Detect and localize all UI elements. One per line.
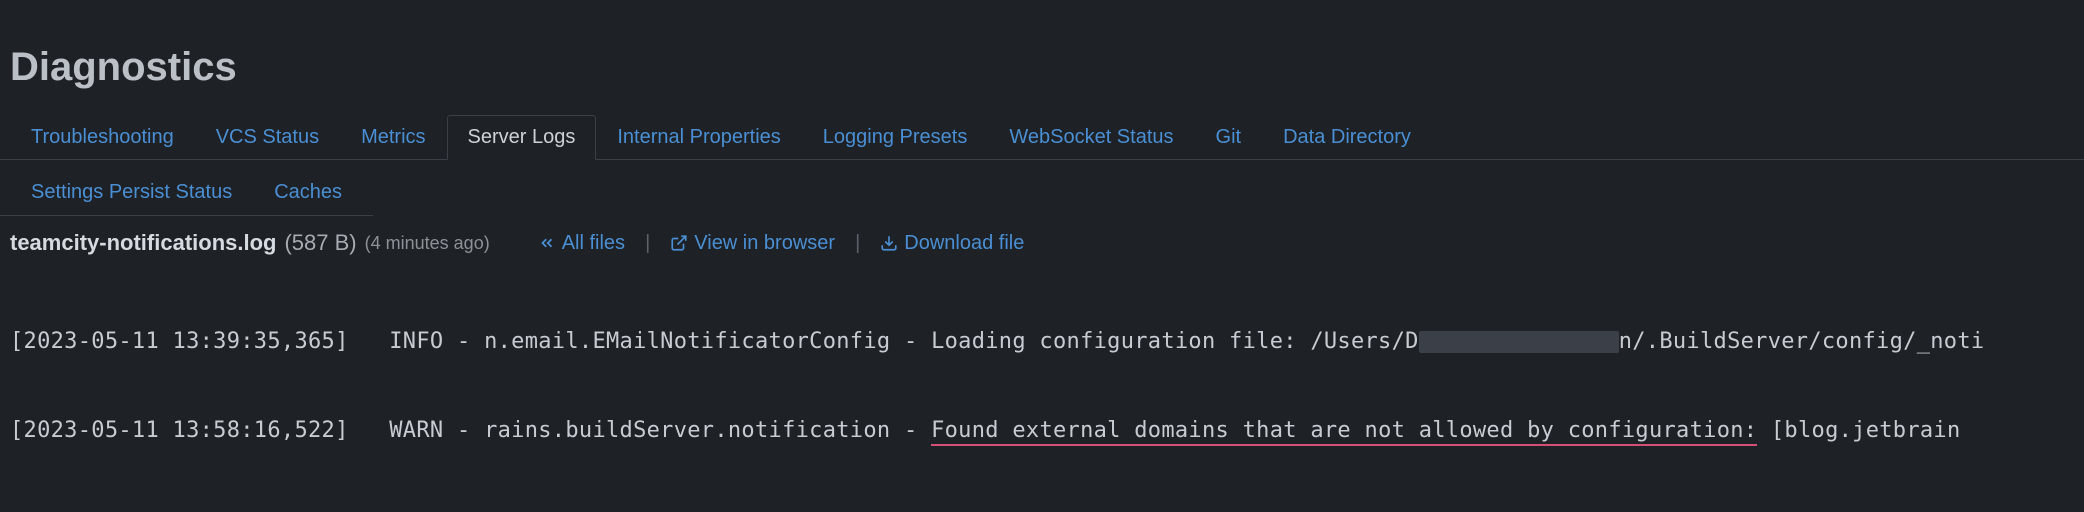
redacted-block [1419,331,1619,353]
page-title: Diagnostics [0,0,2084,115]
secondary-tabs: Settings Persist Status Caches [0,170,373,216]
log-file-name: teamcity-notifications.log [10,230,276,256]
log-text-prefix: [2023-05-11 13:39:35,365] INFO - n.email… [10,329,1419,354]
tab-server-logs[interactable]: Server Logs [447,115,597,160]
tab-troubleshooting[interactable]: Troubleshooting [10,115,195,160]
log-file-size: (587 B) [284,230,356,256]
double-chevron-left-icon [538,234,556,252]
log-line-warn: [2023-05-11 13:58:16,522] WARN - rains.b… [10,416,2074,446]
log-text-prefix: [2023-05-11 13:58:16,522] WARN - rains.b… [10,418,931,443]
log-file-age: (4 minutes ago) [365,233,490,254]
log-warn-underline: Found external domains that are not allo… [931,418,1757,446]
log-text-suffix: [blog.jetbrain [1757,418,1960,443]
action-divider: | [645,232,650,255]
log-viewer: [2023-05-11 13:39:35,365] INFO - n.email… [0,264,2084,480]
tab-vcs-status[interactable]: VCS Status [195,115,340,160]
download-file-label: Download file [904,232,1024,255]
tab-internal-properties[interactable]: Internal Properties [596,115,801,160]
file-info-bar: teamcity-notifications.log (587 B) (4 mi… [0,216,2084,264]
log-line-info: [2023-05-11 13:39:35,365] INFO - n.email… [10,327,2074,357]
tab-metrics[interactable]: Metrics [340,115,446,160]
action-divider: | [855,232,860,255]
log-text-suffix: n/.BuildServer/config/_noti [1619,329,1985,354]
tab-logging-presets[interactable]: Logging Presets [802,115,989,160]
all-files-link[interactable]: All files [538,232,625,255]
view-in-browser-label: View in browser [694,232,835,255]
download-icon [880,234,898,252]
tab-git[interactable]: Git [1195,115,1263,160]
tab-settings-persist-status[interactable]: Settings Persist Status [10,170,253,215]
external-link-icon [670,234,688,252]
download-file-link[interactable]: Download file [880,232,1024,255]
all-files-label: All files [562,232,625,255]
primary-tabs: Troubleshooting VCS Status Metrics Serve… [0,115,2084,160]
tab-websocket-status[interactable]: WebSocket Status [988,115,1194,160]
view-in-browser-link[interactable]: View in browser [670,232,835,255]
tab-caches[interactable]: Caches [253,170,363,215]
tab-data-directory[interactable]: Data Directory [1262,115,1432,160]
